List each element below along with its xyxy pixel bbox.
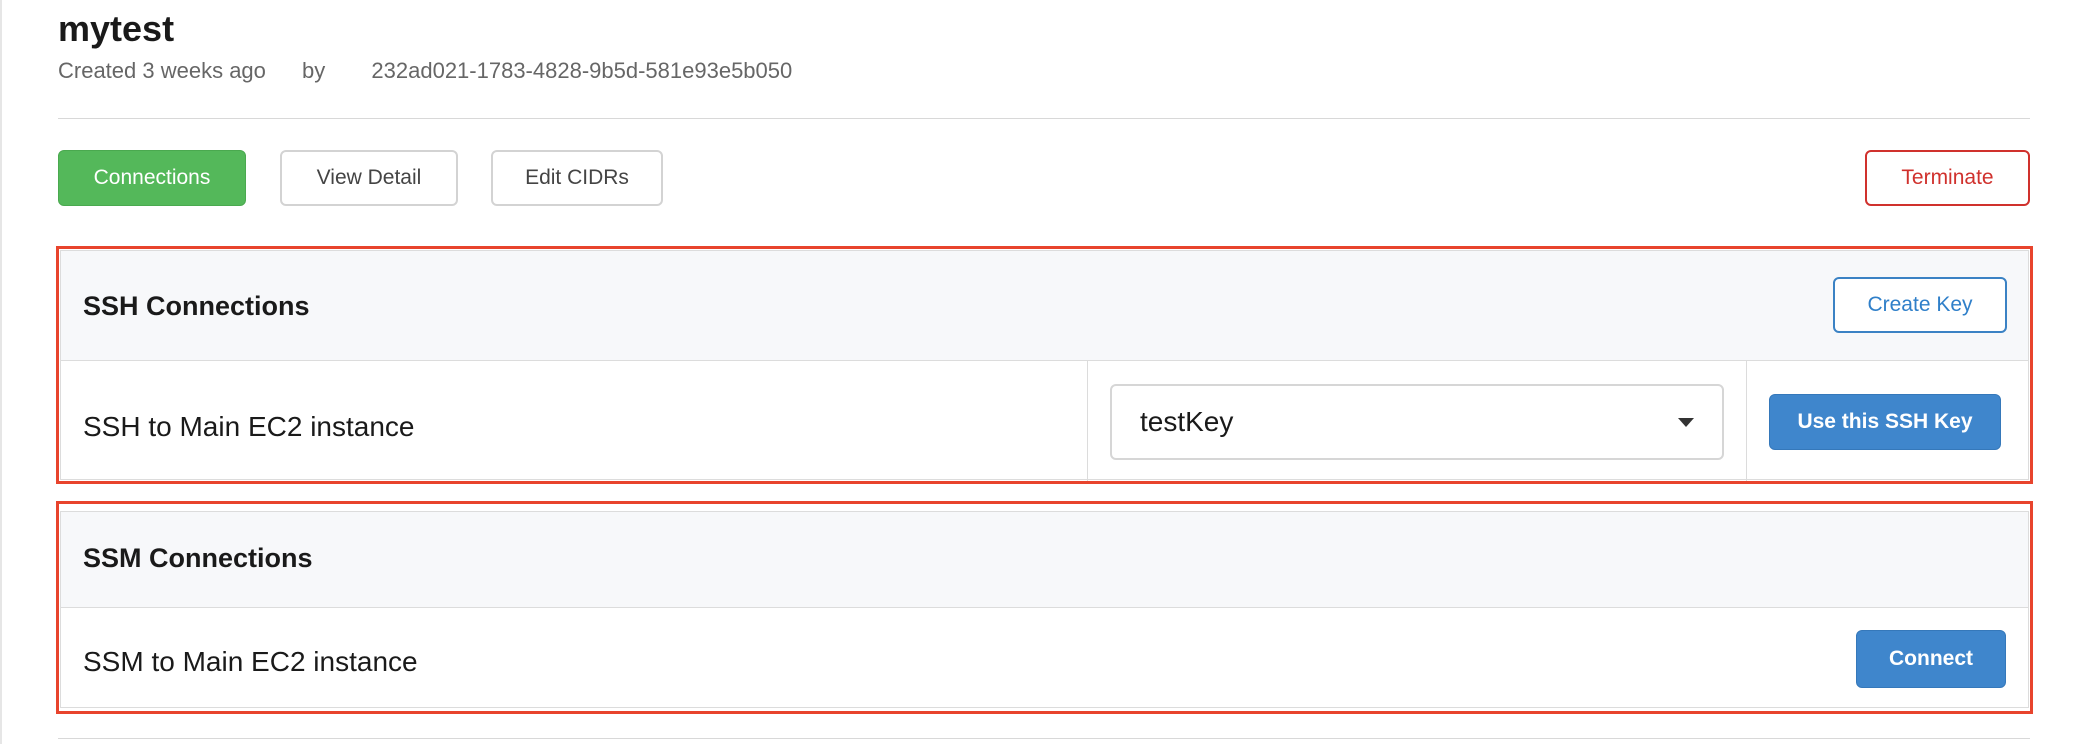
ssm-panel-header: SSM Connections bbox=[61, 512, 2028, 608]
bottom-divider bbox=[58, 738, 2030, 739]
created-text: Created 3 weeks ago bbox=[58, 58, 266, 83]
connections-button[interactable]: Connections bbox=[58, 150, 246, 206]
ssm-connections-panel: SSM Connections SSM to Main EC2 instance… bbox=[60, 511, 2029, 708]
page: mytest Created 3 weeks ago by 232ad021-1… bbox=[0, 0, 2086, 744]
ssm-panel-title: SSM Connections bbox=[83, 543, 313, 573]
ssh-panel-title: SSH Connections bbox=[83, 291, 310, 321]
ssh-key-select[interactable]: testKey bbox=[1110, 384, 1724, 460]
ssh-column-divider-1 bbox=[1087, 361, 1088, 481]
terminate-button[interactable]: Terminate bbox=[1865, 150, 2030, 206]
page-title: mytest bbox=[58, 8, 175, 49]
by-label: by bbox=[302, 58, 326, 83]
view-detail-button[interactable]: View Detail bbox=[280, 150, 458, 206]
create-key-button[interactable]: Create Key bbox=[1833, 277, 2007, 333]
created-meta: Created 3 weeks ago by 232ad021-1783-482… bbox=[58, 58, 792, 84]
use-ssh-key-button[interactable]: Use this SSH Key bbox=[1769, 394, 2001, 450]
creator-id: 232ad021-1783-4828-9b5d-581e93e5b050 bbox=[371, 58, 793, 83]
ssh-row-label: SSH to Main EC2 instance bbox=[83, 411, 415, 442]
chevron-down-icon bbox=[1678, 418, 1694, 427]
ssh-key-select-value: testKey bbox=[1140, 406, 1234, 437]
edit-cidrs-button[interactable]: Edit CIDRs bbox=[491, 150, 663, 206]
ssh-panel-header: SSH Connections Create Key bbox=[61, 251, 2028, 361]
header-divider bbox=[58, 118, 2030, 119]
connect-button[interactable]: Connect bbox=[1856, 630, 2006, 688]
ssm-row-label: SSM to Main EC2 instance bbox=[83, 646, 418, 677]
ssh-connections-panel: SSH Connections Create Key SSH to Main E… bbox=[60, 250, 2029, 481]
ssh-column-divider-2 bbox=[1746, 361, 1747, 481]
